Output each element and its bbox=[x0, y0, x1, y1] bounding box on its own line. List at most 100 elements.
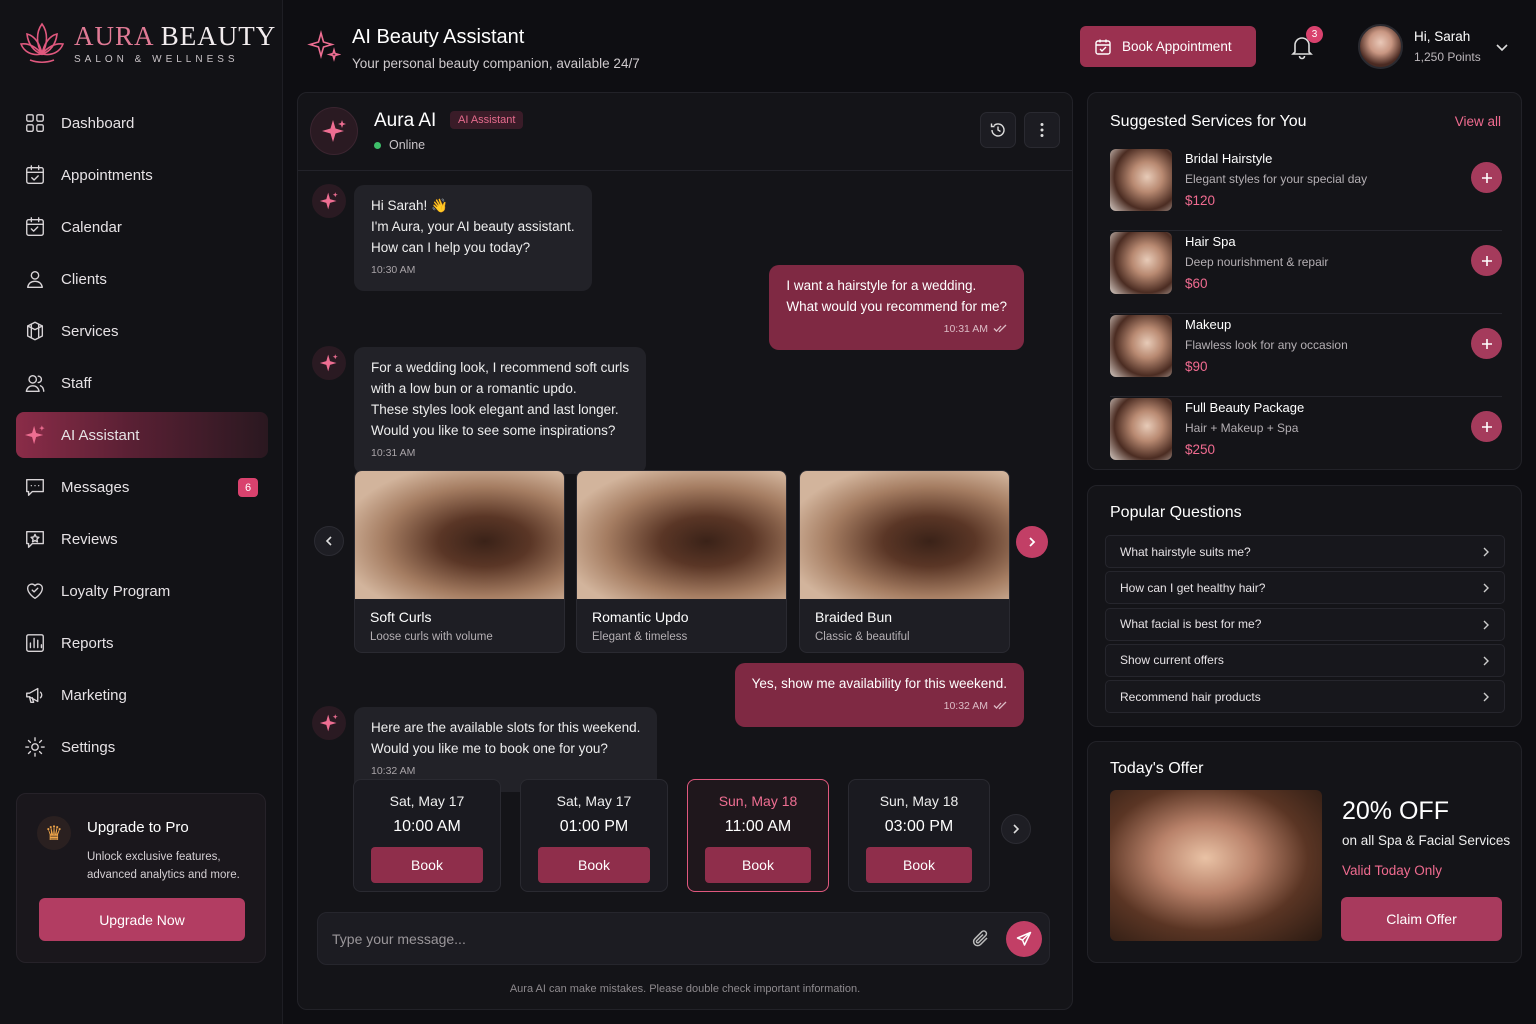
service-item[interactable]: Bridal Hairstyle Elegant styles for your … bbox=[1110, 148, 1502, 231]
book-slot-button[interactable]: Book bbox=[705, 847, 811, 883]
popular-questions-panel: Popular Questions What hairstyle suits m… bbox=[1087, 485, 1522, 727]
service-name: Full Beauty Package bbox=[1185, 400, 1305, 415]
sidebar-item-label: Reviews bbox=[61, 530, 118, 548]
question-item[interactable]: Show current offers bbox=[1105, 643, 1505, 677]
style-card[interactable]: Braided Bun Classic & beautiful bbox=[799, 470, 1010, 653]
plus-icon bbox=[1481, 338, 1492, 349]
add-service-button[interactable] bbox=[1471, 328, 1502, 359]
message-line: I want a hairstyle for a wedding. bbox=[786, 278, 977, 293]
message-line: What would you recommend for me? bbox=[786, 299, 1007, 314]
question-text: What hairstyle suits me? bbox=[1120, 544, 1251, 559]
upgrade-now-button[interactable]: Upgrade Now bbox=[39, 898, 245, 941]
sidebar-item-ai-assistant[interactable]: AI Assistant bbox=[16, 412, 268, 458]
service-image bbox=[1110, 149, 1172, 211]
style-card[interactable]: Romantic Updo Elegant & timeless bbox=[576, 470, 787, 653]
sidebar-item-services[interactable]: Services bbox=[16, 308, 268, 354]
question-item[interactable]: How can I get healthy hair? bbox=[1105, 571, 1505, 605]
time-slot[interactable]: Sun, May 18 03:00 PM Book bbox=[848, 779, 990, 892]
brand-tagline: SALON & WELLNESS bbox=[74, 54, 239, 65]
heart-icon bbox=[26, 583, 44, 600]
gear-icon bbox=[25, 737, 45, 757]
add-service-button[interactable] bbox=[1471, 162, 1502, 193]
service-item[interactable]: Full Beauty Package Hair + Makeup + Spa $2… bbox=[1110, 397, 1502, 480]
message-line: Hi Sarah! 👋 bbox=[371, 198, 448, 213]
style-desc: Classic & beautiful bbox=[815, 631, 910, 643]
star-message-icon bbox=[26, 530, 44, 548]
slot-time: 01:00 PM bbox=[559, 818, 629, 835]
message-line: Would you like me to book one for you? bbox=[371, 741, 608, 756]
chevron-right-icon bbox=[1483, 583, 1489, 593]
sidebar-item-label: Reports bbox=[61, 634, 114, 652]
view-all-link[interactable]: View all bbox=[1455, 114, 1501, 129]
slot-date: Sat, May 17 bbox=[556, 793, 632, 809]
sidebar-item-calendar[interactable]: Calendar bbox=[16, 204, 268, 250]
claim-offer-button[interactable]: Claim Offer bbox=[1341, 897, 1502, 941]
service-image bbox=[1110, 232, 1172, 294]
bot-status: Online bbox=[374, 138, 425, 152]
sidebar-item-loyalty-program[interactable]: Loyalty Program bbox=[16, 568, 268, 614]
sidebar-item-dashboard[interactable]: Dashboard bbox=[16, 100, 268, 146]
message-line: Would you like to see some inspirations? bbox=[371, 423, 616, 438]
message-icon bbox=[26, 478, 44, 496]
more-options-button[interactable] bbox=[1024, 112, 1060, 148]
style-card[interactable]: Soft Curls Loose curls with volume bbox=[354, 470, 565, 653]
question-item[interactable]: Recommend hair products bbox=[1105, 680, 1505, 714]
offer-description: on all Spa & Facial Services bbox=[1342, 833, 1511, 848]
brand-logo[interactable]: AURA BEAUTY SALON & WELLNESS bbox=[18, 18, 276, 68]
sidebar-item-settings[interactable]: Settings bbox=[16, 724, 268, 770]
double-check-icon bbox=[993, 701, 1007, 710]
history-button[interactable] bbox=[980, 112, 1016, 148]
avatar[interactable] bbox=[1358, 24, 1403, 69]
box-icon bbox=[26, 321, 44, 341]
time-slot[interactable]: Sat, May 17 10:00 AM Book bbox=[353, 779, 501, 892]
service-item[interactable]: Makeup Flawless look for any occasion $90 bbox=[1110, 314, 1502, 397]
sidebar: AURA BEAUTY SALON & WELLNESS Dashboard Ap… bbox=[0, 0, 283, 1024]
time-slot[interactable]: Sat, May 17 01:00 PM Book bbox=[520, 779, 668, 892]
sidebar-item-messages[interactable]: Messages 6 bbox=[16, 464, 268, 510]
carousel-prev-button[interactable] bbox=[314, 526, 344, 556]
disclaimer: Aura AI can make mistakes. Please double… bbox=[509, 983, 861, 995]
calendar-icon bbox=[1095, 39, 1111, 55]
offer-validity: Valid Today Only bbox=[1342, 863, 1443, 878]
chevron-right-icon bbox=[1029, 537, 1036, 547]
book-slot-button[interactable]: Book bbox=[371, 847, 483, 883]
grid-icon bbox=[26, 114, 44, 132]
carousel-next-button[interactable] bbox=[1016, 526, 1048, 558]
service-item[interactable]: Hair Spa Deep nourishment & repair $60 bbox=[1110, 231, 1502, 314]
add-service-button[interactable] bbox=[1471, 245, 1502, 276]
slots-next-button[interactable] bbox=[1001, 814, 1031, 844]
brand-name: AURA BEAUTY bbox=[74, 21, 277, 51]
chevron-right-icon bbox=[1483, 692, 1489, 702]
book-slot-button[interactable]: Book bbox=[538, 847, 650, 883]
slot-date: Sun, May 18 bbox=[718, 793, 798, 809]
book-slot-button[interactable]: Book bbox=[866, 847, 972, 883]
book-appointment-button[interactable]: Book Appointment bbox=[1080, 26, 1256, 67]
plus-icon bbox=[1481, 255, 1492, 266]
chevron-down-icon[interactable] bbox=[1495, 40, 1509, 54]
service-desc: Elegant styles for your special day bbox=[1185, 172, 1368, 186]
sidebar-item-marketing[interactable]: Marketing bbox=[16, 672, 268, 718]
message-line: For a wedding look, I recommend soft cur… bbox=[371, 360, 630, 375]
paperclip-icon[interactable] bbox=[970, 928, 992, 950]
message-line: Yes, show me availability for this weeke… bbox=[751, 676, 1007, 691]
add-service-button[interactable] bbox=[1471, 411, 1502, 442]
book-appointment-label: Book Appointment bbox=[1122, 39, 1232, 54]
sidebar-item-clients[interactable]: Clients bbox=[16, 256, 268, 302]
service-price: $250 bbox=[1185, 442, 1216, 457]
sidebar-item-staff[interactable]: Staff bbox=[16, 360, 268, 406]
time-slot[interactable]: Sun, May 18 11:00 AM Book bbox=[687, 779, 829, 892]
message-input[interactable] bbox=[332, 927, 932, 951]
service-price: $60 bbox=[1185, 276, 1208, 291]
sidebar-item-reviews[interactable]: Reviews bbox=[16, 516, 268, 562]
message-composer bbox=[317, 912, 1050, 965]
send-button[interactable] bbox=[1006, 921, 1042, 957]
user-message: Yes, show me availability for this weeke… bbox=[734, 663, 1024, 727]
sidebar-item-reports[interactable]: Reports bbox=[16, 620, 268, 666]
bot-avatar bbox=[312, 184, 346, 218]
question-item[interactable]: What hairstyle suits me? bbox=[1105, 535, 1505, 568]
question-item[interactable]: What facial is best for me? bbox=[1105, 607, 1505, 641]
bot-avatar bbox=[310, 107, 358, 155]
bot-avatar bbox=[312, 706, 346, 740]
sidebar-item-appointments[interactable]: Appointments bbox=[16, 152, 268, 198]
sparkle-icon bbox=[319, 192, 338, 210]
